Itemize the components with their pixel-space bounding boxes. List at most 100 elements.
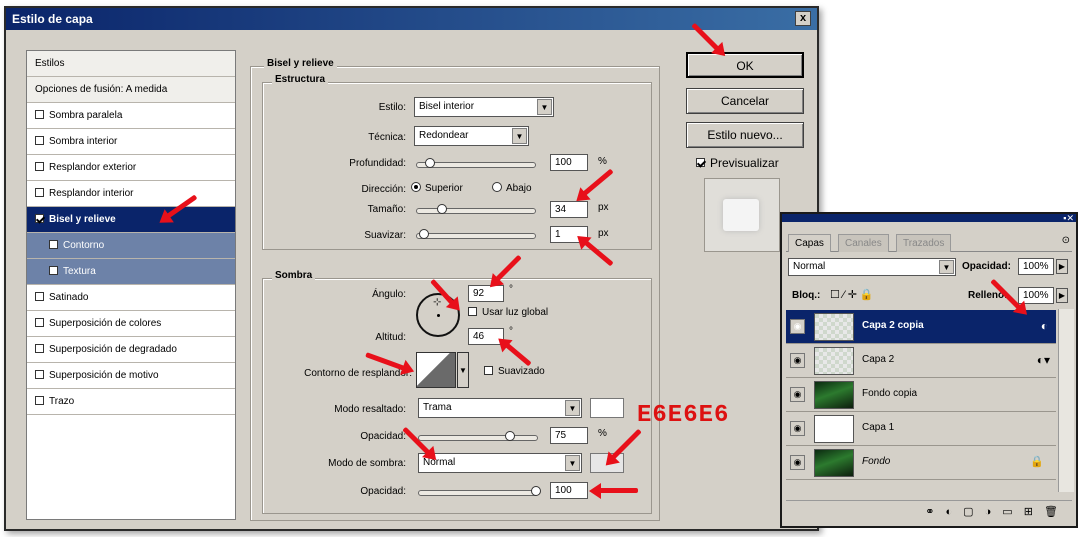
panel-menu-icon[interactable]: ⊙ (1062, 235, 1070, 246)
layers-scrollbar[interactable] (1058, 309, 1074, 492)
highlight-opacity-slider[interactable] (418, 431, 538, 441)
checkbox[interactable] (35, 317, 44, 327)
layer-thumbnail (814, 415, 854, 443)
slider-thumb[interactable] (419, 229, 429, 239)
style-label: Textura (63, 266, 96, 277)
eye-icon[interactable]: ◉ (790, 455, 805, 470)
slider-thumb[interactable] (505, 431, 515, 441)
eye-icon[interactable]: ◉ (790, 353, 805, 368)
checkbox[interactable] (35, 161, 44, 171)
size-slider[interactable] (416, 204, 536, 214)
direction-down-radio[interactable]: Abajo (492, 182, 532, 194)
slider-thumb[interactable] (437, 204, 447, 214)
gloss-contour-dropdown[interactable]: ▼ (457, 352, 469, 388)
global-light-checkbox[interactable]: Usar luz global (468, 306, 548, 318)
checkbox[interactable] (484, 365, 493, 375)
angle-unit: ° (509, 284, 513, 295)
close-button[interactable]: x (795, 11, 811, 26)
fill-arrow-icon[interactable]: ▶ (1056, 288, 1068, 303)
soften-slider[interactable] (416, 229, 536, 239)
style-item-inner-shadow[interactable]: Sombra interior (27, 129, 235, 155)
style-item-satin[interactable]: Satinado (27, 285, 235, 311)
highlight-mode-select[interactable]: Trama ▼ (418, 398, 582, 418)
technique-value: Redondear (419, 130, 469, 141)
size-unit: px (598, 202, 609, 213)
layers-footer-toolbar: ⚭ ◐ ▢ ◑ ▭ ⊞ 🗑 (786, 500, 1072, 522)
gloss-contour-picker[interactable] (416, 352, 456, 388)
checkbox[interactable] (35, 187, 44, 197)
eye-icon[interactable]: ◉ (790, 387, 805, 402)
soften-label: Suavizar: (364, 230, 406, 241)
styles-list: Estilos Opciones de fusión: A medida Som… (26, 50, 236, 520)
blending-options-item[interactable]: Opciones de fusión: A medida (27, 77, 235, 103)
opacity-label: Opacidad: (962, 261, 1011, 272)
checkbox[interactable] (35, 395, 44, 405)
depth-slider[interactable] (416, 158, 536, 168)
layer-thumbnail (814, 381, 854, 409)
lock-icon: 🔒 (1030, 456, 1044, 468)
opacity-input[interactable]: 100% (1018, 258, 1054, 275)
highlight-color-swatch[interactable] (590, 398, 624, 418)
antialias-checkbox[interactable]: Suavizado (484, 365, 545, 377)
highlight-opacity-input[interactable]: 75 (550, 427, 588, 444)
preview-swatch (723, 199, 759, 231)
bevel-style-value: Bisel interior (419, 101, 475, 112)
eye-icon[interactable]: ◉ (790, 319, 805, 334)
checkbox[interactable] (35, 135, 44, 145)
style-item-color-overlay[interactable]: Superposición de colores (27, 311, 235, 337)
style-item-drop-shadow[interactable]: Sombra paralela (27, 103, 235, 129)
style-label: Bisel y relieve (49, 214, 116, 225)
eye-icon[interactable]: ◉ (790, 421, 805, 436)
direction-up-radio[interactable]: Superior (411, 182, 463, 194)
style-item-contour[interactable]: Contorno (27, 233, 235, 259)
checkbox[interactable] (35, 291, 44, 301)
bevel-style-select[interactable]: Bisel interior ▼ (414, 97, 554, 117)
slider-thumb[interactable] (531, 486, 541, 496)
checkbox-checked[interactable] (35, 213, 44, 223)
blend-mode-select[interactable]: Normal ▼ (788, 258, 956, 276)
style-item-pattern-overlay[interactable]: Superposición de motivo (27, 363, 235, 389)
style-item-texture[interactable]: Textura (27, 259, 235, 285)
checkbox[interactable] (49, 239, 58, 249)
layer-row-fondo[interactable]: ◉ Fondo 🔒 (786, 446, 1056, 480)
layers-panel-title-bar[interactable] (782, 214, 1076, 222)
checkbox[interactable] (468, 306, 477, 316)
radio-selected[interactable] (411, 182, 421, 193)
direction-down-label: Abajo (506, 183, 532, 194)
style-item-stroke[interactable]: Trazo (27, 389, 235, 415)
checkbox-checked[interactable] (696, 158, 705, 168)
fx-icon: ◐▾ (1036, 353, 1050, 367)
checkbox[interactable] (35, 109, 44, 119)
opacity-arrow-icon[interactable]: ▶ (1056, 259, 1068, 274)
cancel-button[interactable]: Cancelar (686, 88, 804, 114)
style-item-gradient-overlay[interactable]: Superposición de degradado (27, 337, 235, 363)
style-item-outer-glow[interactable]: Resplandor exterior (27, 155, 235, 181)
technique-select[interactable]: Redondear ▼ (414, 126, 529, 146)
style-item-inner-glow[interactable]: Resplandor interior (27, 181, 235, 207)
shadow-opacity-input[interactable]: 100 (550, 482, 588, 499)
layer-row-fondo-copia[interactable]: ◉ Fondo copia (786, 378, 1056, 412)
checkbox[interactable] (49, 265, 58, 275)
layer-buttons-icons[interactable]: ⚭ ◐ ▢ ◑ ▭ ⊞ 🗑 (925, 506, 1062, 518)
slider-thumb[interactable] (425, 158, 435, 168)
shadow-opacity-slider[interactable] (418, 486, 541, 496)
chevron-down-icon: ▼ (565, 455, 580, 471)
layer-row-capa-1[interactable]: ◉ Capa 1 (786, 412, 1056, 446)
panel-close-icon[interactable]: ▪✕ (1063, 213, 1074, 224)
depth-input[interactable]: 100 (550, 154, 588, 171)
new-style-button[interactable]: Estilo nuevo... (686, 122, 804, 148)
tab-layers[interactable]: Capas (788, 234, 831, 252)
checkbox[interactable] (35, 369, 44, 379)
style-item-bevel-emboss[interactable]: Bisel y relieve (27, 207, 235, 233)
lock-icons[interactable]: ☐⁄✛🔒 (830, 288, 877, 301)
tab-paths[interactable]: Trazados (896, 234, 952, 252)
style-label: Superposición de motivo (49, 370, 159, 381)
ok-button[interactable]: OK (686, 52, 804, 78)
checkbox[interactable] (35, 343, 44, 353)
radio[interactable] (492, 182, 502, 193)
preview-checkbox[interactable]: Previsualizar (696, 156, 779, 170)
layer-row-capa-2[interactable]: ◉ Capa 2 ◐▾ (786, 344, 1056, 378)
shadow-mode-select[interactable]: Normal ▼ (418, 453, 582, 473)
tab-channels[interactable]: Canales (838, 234, 889, 252)
styles-header[interactable]: Estilos (27, 51, 235, 77)
